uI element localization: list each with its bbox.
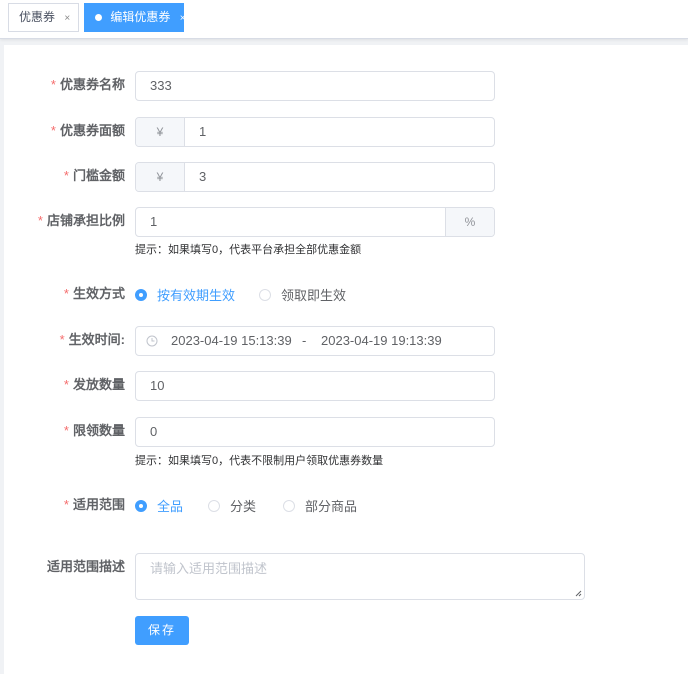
coupon-name-input[interactable]: 333 xyxy=(135,71,495,101)
active-dot-icon xyxy=(95,14,102,21)
required-mark: * xyxy=(63,377,69,392)
store-ratio-input[interactable]: 1 % xyxy=(135,207,495,237)
store-ratio-field[interactable]: 1 xyxy=(136,208,445,236)
issue-qty-input[interactable]: 10 xyxy=(135,371,495,401)
save-button[interactable]: 保存 xyxy=(135,616,189,645)
radio-icon xyxy=(259,288,271,301)
tab-label: 优惠券 xyxy=(19,10,56,24)
effect-time-label: * 生效时间: xyxy=(59,332,125,347)
face-value-label: * 优惠券面额 xyxy=(50,123,125,138)
scope-desc-placeholder: 请输入适用范围描述 xyxy=(150,561,268,576)
percent-suffix: % xyxy=(445,208,494,236)
effect-time-range-picker[interactable]: 2023-04-19 15:13:39 - 2023-04-19 19:13:3… xyxy=(135,326,495,356)
radio-scope-all[interactable]: 全品 xyxy=(135,496,183,515)
threshold-label: * 门槛金额 xyxy=(63,168,125,183)
store-ratio-hint: 提示：如果填写0，代表平台承担全部优惠金额 xyxy=(135,244,362,256)
radio-icon xyxy=(283,499,295,512)
required-mark: * xyxy=(63,497,69,512)
scope-label: * 适用范围 xyxy=(63,497,125,512)
start-time[interactable]: 2023-04-19 15:13:39 xyxy=(171,327,292,355)
issue-qty-label: * 发放数量 xyxy=(63,377,125,392)
clock-icon xyxy=(146,327,158,355)
scope-desc-label: 适用范围描述 xyxy=(46,559,125,574)
tab-coupons[interactable]: 优惠券 × xyxy=(8,3,79,32)
tab-bar: 优惠券 × 编辑优惠券 × xyxy=(0,0,688,39)
limit-qty-label: * 限领数量 xyxy=(63,423,125,438)
currency-prefix: ¥ xyxy=(136,118,185,146)
radio-icon xyxy=(135,288,147,301)
range-separator: - xyxy=(302,333,307,348)
resize-grip-icon[interactable] xyxy=(575,590,582,597)
radio-scope-partial-goods[interactable]: 部分商品 xyxy=(283,496,357,515)
face-value-input[interactable]: ¥ 1 xyxy=(135,117,495,147)
radio-scope-category[interactable]: 分类 xyxy=(208,496,256,515)
store-ratio-label: * 店铺承担比例 xyxy=(37,213,125,228)
radio-effect-by-period[interactable]: 按有效期生效 xyxy=(135,285,235,304)
required-mark: * xyxy=(63,286,69,301)
close-icon[interactable]: × xyxy=(64,5,70,32)
tab-edit-coupon[interactable]: 编辑优惠券 × xyxy=(84,3,186,32)
end-time[interactable]: 2023-04-19 19:13:39 xyxy=(321,327,442,355)
radio-icon xyxy=(208,499,220,512)
required-mark: * xyxy=(63,168,69,183)
required-mark: * xyxy=(63,423,69,438)
threshold-input[interactable]: ¥ 3 xyxy=(135,162,495,192)
limit-qty-input[interactable]: 0 xyxy=(135,417,495,447)
required-mark: * xyxy=(59,332,65,347)
scope-desc-textarea[interactable]: 请输入适用范围描述 xyxy=(135,553,585,600)
required-mark: * xyxy=(37,213,43,228)
effect-mode-label: * 生效方式 xyxy=(63,286,125,301)
threshold-field[interactable]: 3 xyxy=(185,163,494,191)
coupon-name-label: * 优惠券名称 xyxy=(50,77,125,92)
tab-label: 编辑优惠券 xyxy=(110,10,171,24)
limit-qty-hint: 提示：如果填写0，代表不限制用户领取优惠券数量 xyxy=(135,455,384,467)
radio-effect-on-receive[interactable]: 领取即生效 xyxy=(259,285,346,304)
close-icon[interactable]: × xyxy=(180,5,186,32)
face-value-field[interactable]: 1 xyxy=(185,118,494,146)
required-mark: * xyxy=(50,123,56,138)
currency-prefix: ¥ xyxy=(136,163,185,191)
radio-icon xyxy=(135,499,147,512)
required-mark: * xyxy=(50,77,56,92)
